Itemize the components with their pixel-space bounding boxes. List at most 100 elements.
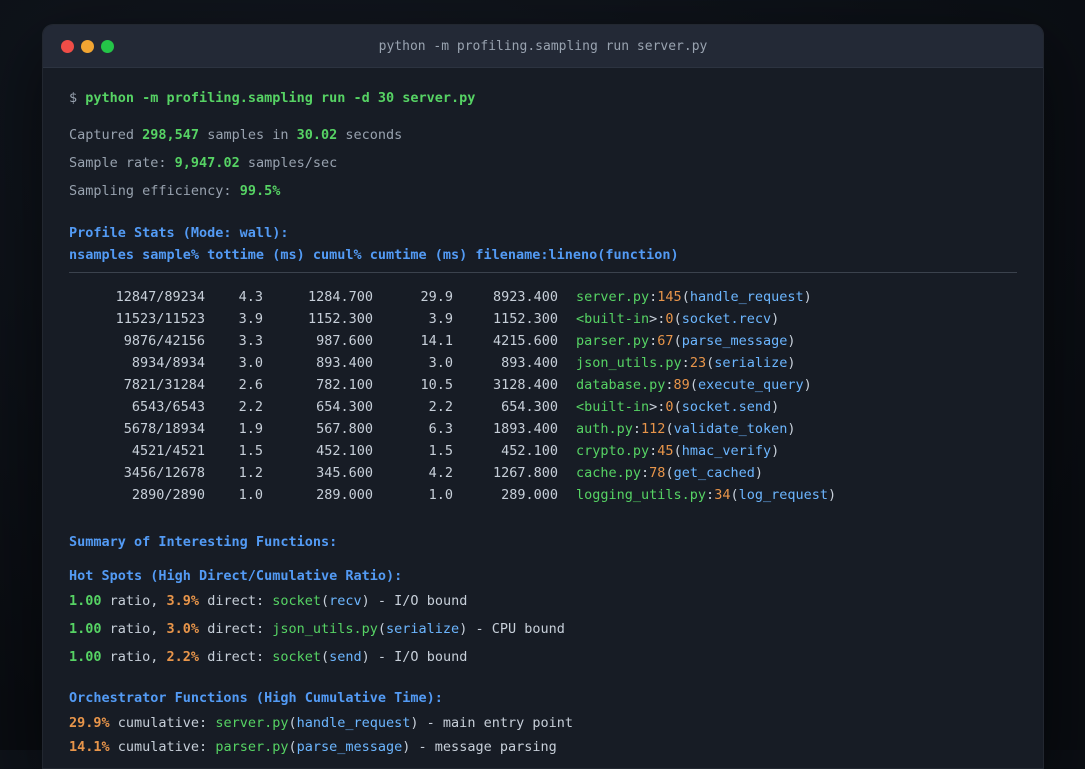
- table-row: 3456/12678 1.2 345.600 4.2 1267.800 cache.py:…: [69, 462, 1017, 484]
- cumul-pct-cell: 2.2: [428, 399, 453, 415]
- paren-open: (: [665, 421, 674, 437]
- orchestrator-line: 29.9% cumulative: server.py(handle_reque…: [69, 711, 1017, 735]
- separator: :: [706, 487, 715, 503]
- close-button[interactable]: [61, 39, 74, 53]
- sample-pct-cell: 3.9: [238, 311, 263, 327]
- nsamples-cell: 7821/31284: [123, 377, 205, 393]
- ratio-label: ratio,: [101, 649, 167, 665]
- efficiency-value: 99.5%: [239, 183, 281, 199]
- function-name: get_cached: [673, 465, 755, 481]
- paren-close: ): [771, 399, 780, 415]
- maximize-button[interactable]: [101, 39, 114, 53]
- table-row: 8934/8934 3.0 893.400 3.0 893.400 json_utils.…: [69, 352, 1017, 374]
- line-number: 145: [657, 289, 682, 305]
- filename: auth.py: [576, 421, 633, 437]
- tottime-cell: 1284.700: [307, 289, 373, 305]
- separator: :: [632, 421, 642, 437]
- paren-open: (: [321, 649, 330, 665]
- cumul-pct-cell: 10.5: [420, 377, 453, 393]
- profile-stats-heading: Profile Stats (Mode: wall):: [69, 225, 289, 241]
- table-row: 9876/42156 3.3 987.600 14.1 4215.600 parser.p…: [69, 330, 1017, 352]
- function-name: serialize: [386, 621, 460, 637]
- location-cell: <built-in>:0(socket.recv): [576, 308, 779, 330]
- paren-open: (: [730, 487, 739, 503]
- ratio-value: 1.00: [69, 649, 102, 665]
- paren-open: (: [681, 289, 690, 305]
- captured-label: Captured: [69, 127, 143, 143]
- filename: logging_utils.py: [576, 487, 707, 503]
- sample-pct-cell: 1.9: [238, 421, 263, 437]
- paren-open: (: [673, 333, 682, 349]
- table-row: 6543/6543 2.2 654.300 2.2 654.300 <built-in>:…: [69, 396, 1017, 418]
- hotspot-line: 1.00 ratio, 3.9% direct: socket(recv) - …: [69, 587, 1017, 615]
- filename: server.py: [215, 715, 289, 731]
- location-cell: database.py:89(execute_query): [576, 374, 812, 396]
- nsamples-cell: 12847/89234: [115, 289, 205, 305]
- location-cell: auth.py:112(validate_token): [576, 418, 796, 440]
- bound-note: - CPU bound: [467, 621, 565, 637]
- paren-close: ): [771, 443, 780, 459]
- direct-pct-value: 2.2%: [166, 649, 200, 665]
- location-cell: server.py:145(handle_request): [576, 286, 812, 308]
- line-number: 78: [649, 465, 666, 481]
- function-name: parse_message: [681, 333, 788, 349]
- sample-rate-line: Sample rate: 9,947.02 samples/sec: [69, 155, 1017, 171]
- tottime-cell: 893.400: [316, 355, 373, 371]
- function-name: handle_request: [689, 289, 804, 305]
- terminal-window: python -m profiling.sampling run server.…: [42, 24, 1044, 769]
- hotspots-list: 1.00 ratio, 3.9% direct: socket(recv) - …: [69, 587, 1017, 671]
- orchestrators-heading: Orchestrator Functions (High Cumulative …: [69, 690, 443, 706]
- paren-close: ): [803, 377, 812, 393]
- paren-close: ): [787, 333, 796, 349]
- nsamples-cell: 8934/8934: [131, 355, 205, 371]
- prompt-symbol: $: [69, 90, 86, 106]
- function-name: hmac_verify: [681, 443, 772, 459]
- orchestrators-list: 29.9% cumulative: server.py(handle_reque…: [69, 711, 1017, 759]
- sample-pct-cell: 4.3: [238, 289, 263, 305]
- cumul-pct-cell: 1.5: [428, 443, 453, 459]
- titlebar: python -m profiling.sampling run server.…: [43, 25, 1043, 68]
- efficiency-line: Sampling efficiency: 99.5%: [69, 183, 1017, 199]
- ratio-value: 1.00: [69, 621, 102, 637]
- table-divider: [69, 272, 1017, 273]
- filename: crypto.py: [576, 443, 650, 459]
- tottime-cell: 654.300: [316, 399, 373, 415]
- nsamples-cell: 9876/42156: [123, 333, 205, 349]
- nsamples-cell: 11523/11523: [115, 311, 205, 327]
- window-controls: [61, 39, 114, 53]
- ratio-value: 1.00: [69, 593, 102, 609]
- paren-open: (: [706, 355, 715, 371]
- location-cell: <built-in>:0(socket.send): [576, 396, 779, 418]
- table-row: 4521/4521 1.5 452.100 1.5 452.100 crypto.py:4…: [69, 440, 1017, 462]
- paren-close: ): [410, 715, 419, 731]
- paren-close: ): [771, 311, 780, 327]
- cumtime-cell: 452.100: [501, 443, 558, 459]
- line-number: 0: [665, 399, 674, 415]
- paren-close: ): [754, 465, 763, 481]
- tottime-cell: 567.800: [316, 421, 373, 437]
- paren-close: ): [787, 355, 796, 371]
- role-note: - main entry point: [418, 715, 573, 731]
- minimize-button[interactable]: [81, 39, 94, 53]
- nsamples-cell: 4521/4521: [131, 443, 205, 459]
- cumul-pct-cell: 29.9: [420, 289, 453, 305]
- table-row: 2890/2890 1.0 289.000 1.0 289.000 logging_uti…: [69, 484, 1017, 506]
- function-name: socket.recv: [681, 311, 772, 327]
- line-number: 23: [689, 355, 707, 371]
- location-cell: logging_utils.py:34(log_request): [576, 484, 836, 506]
- line-number: 89: [673, 377, 690, 393]
- captured-label-3: seconds: [337, 127, 403, 143]
- filename: socket: [272, 649, 321, 665]
- tottime-cell: 1152.300: [307, 311, 373, 327]
- shell-command: python -m profiling.sampling run -d 30 s…: [85, 90, 476, 106]
- filename: parser.py: [576, 333, 650, 349]
- bound-note: - I/O bound: [369, 593, 468, 609]
- table-row: 12847/89234 4.3 1284.700 29.9 8923.400 server…: [69, 286, 1017, 308]
- sample-pct-cell: 1.5: [238, 443, 263, 459]
- paren-open: (: [673, 311, 682, 327]
- cumulative-pct-value: 14.1%: [69, 739, 110, 755]
- nsamples-cell: 5678/18934: [123, 421, 205, 437]
- summary-heading: Summary of Interesting Functions:: [69, 534, 338, 550]
- bound-note: - I/O bound: [369, 649, 468, 665]
- cumtime-cell: 893.400: [501, 355, 558, 371]
